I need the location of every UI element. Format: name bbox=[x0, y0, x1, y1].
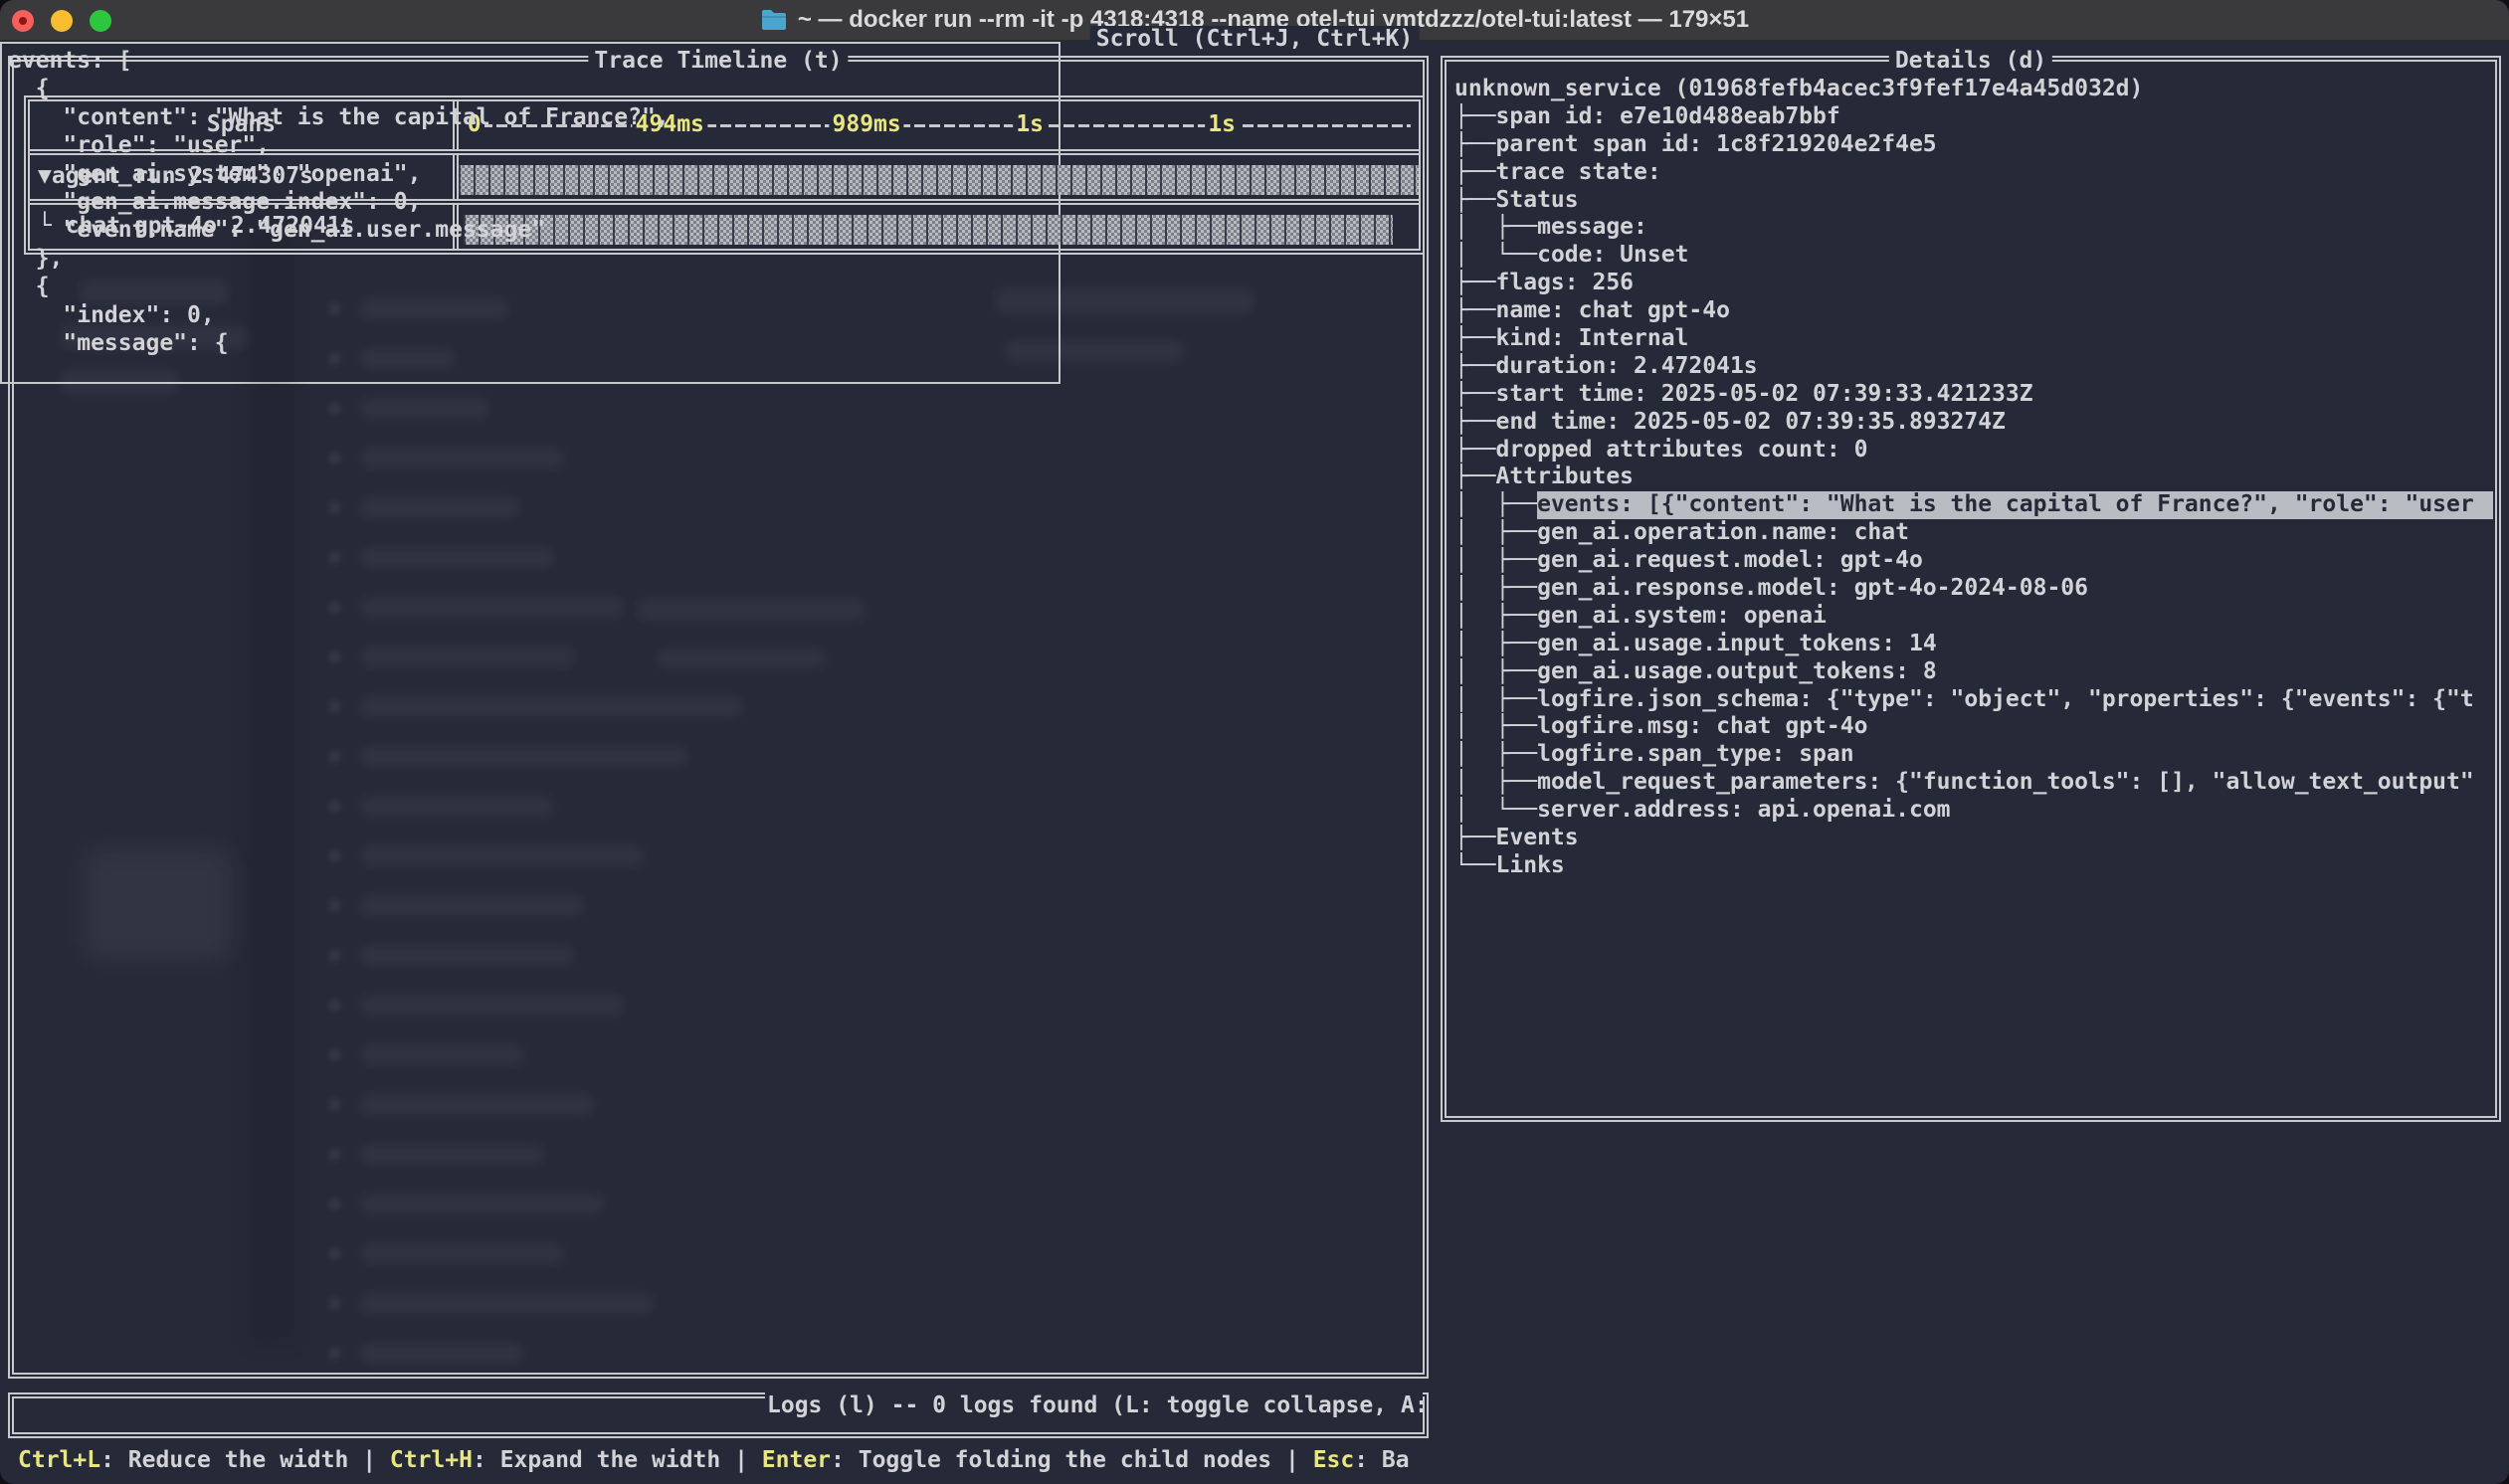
json-line: events: [ bbox=[8, 48, 2505, 76]
terminal-window: ~ — docker run --rm -it -p 4318:4318 --n… bbox=[0, 0, 2509, 1484]
json-line: "index": 0, bbox=[8, 302, 2505, 330]
json-line: "gen_ai.message.index": 0, bbox=[8, 189, 2505, 217]
close-button[interactable] bbox=[12, 10, 34, 32]
zoom-button[interactable] bbox=[90, 10, 111, 32]
traffic-lights bbox=[12, 10, 111, 32]
json-line: "role": "user", bbox=[8, 132, 2505, 160]
json-line: }, bbox=[8, 246, 2505, 274]
json-line: "event.name": "gen_ai.user.message" bbox=[8, 217, 2505, 245]
scroll-panel[interactable]: Scroll (Ctrl+J, Ctrl+K) events: [ { "con… bbox=[0, 42, 1061, 384]
json-line: "gen_ai.system": "openai", bbox=[8, 161, 2505, 189]
terminal-content: Trace Timeline (t) Spans 0494ms989ms1s1s… bbox=[0, 42, 2509, 1484]
json-line: { bbox=[8, 274, 2505, 301]
folder-icon bbox=[760, 8, 788, 32]
json-line: { bbox=[8, 76, 2505, 103]
json-line: "content": "What is the capital of Franc… bbox=[8, 104, 2505, 132]
minimize-button[interactable] bbox=[51, 10, 73, 32]
json-line: "message": { bbox=[8, 330, 2505, 358]
scroll-json-body: events: [ { "content": "What is the capi… bbox=[8, 48, 2505, 1482]
